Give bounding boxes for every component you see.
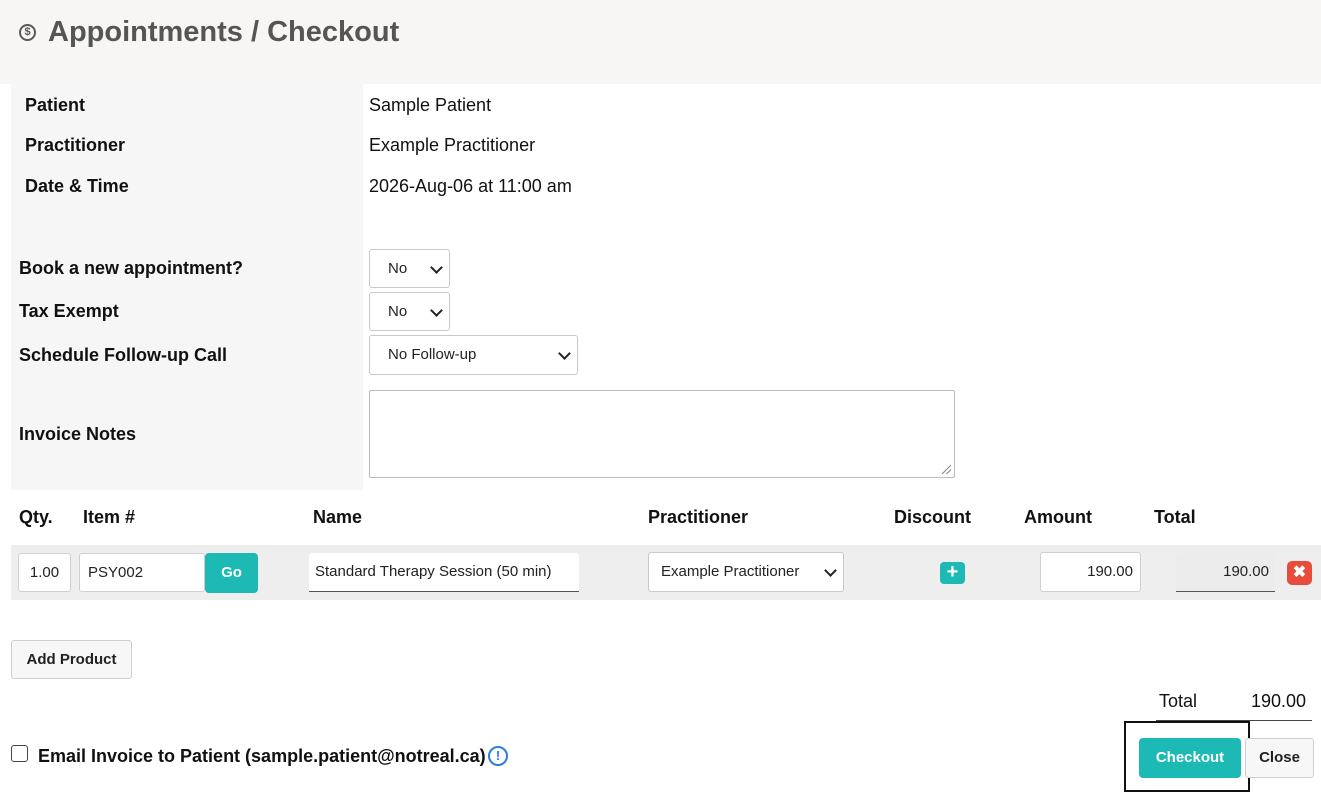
notes-label: Invoice Notes (19, 424, 137, 444)
patient-label: Patient (25, 95, 86, 115)
add-product-button[interactable]: Add Product (11, 640, 132, 679)
tax-exempt-label: Tax Exempt (19, 301, 119, 321)
datetime-label: Date & Time (25, 176, 129, 196)
close-button[interactable]: Close (1245, 738, 1314, 778)
info-icon[interactable]: ! (488, 746, 508, 766)
col-practitioner: Practitioner (648, 507, 749, 527)
qty-input[interactable]: 1.00 (18, 553, 71, 592)
row-practitioner-value: Example Practitioner (661, 563, 800, 580)
book-new-select[interactable]: No (369, 249, 450, 288)
page-title: Appointments / Checkout (48, 16, 400, 48)
dollar-circle-icon: $ (19, 24, 36, 41)
resize-grip-icon[interactable] (942, 465, 951, 474)
book-new-value: No (388, 260, 408, 277)
email-invoice-label: Email Invoice to Patient (sample.patient… (38, 746, 486, 766)
grand-total-label: Total (1159, 691, 1198, 711)
email-invoice-checkbox[interactable] (11, 745, 28, 762)
chevron-down-icon (430, 304, 443, 317)
col-discount: Discount (894, 507, 972, 527)
chevron-down-icon (558, 347, 571, 360)
item-number-input[interactable]: PSY002 (79, 553, 205, 592)
patient-value: Sample Patient (369, 95, 492, 115)
item-name-input[interactable]: Standard Therapy Session (50 min) (309, 553, 579, 592)
follow-up-label: Schedule Follow-up Call (19, 345, 228, 365)
tax-exempt-select[interactable]: No (369, 292, 450, 331)
col-qty: Qty. (19, 507, 53, 527)
grand-total-value: 190.00 (1251, 691, 1307, 711)
chevron-down-icon (824, 564, 837, 577)
amount-input[interactable]: 190.00 (1040, 552, 1141, 592)
chevron-down-icon (430, 261, 443, 274)
practitioner-value: Example Practitioner (369, 135, 536, 155)
page-header: $ Appointments / Checkout (0, 0, 1321, 84)
add-discount-button[interactable]: + (940, 562, 965, 584)
col-amount: Amount (1024, 507, 1092, 527)
datetime-value: 2026-Aug-06 at 11:00 am (369, 176, 572, 196)
follow-up-value: No Follow-up (388, 346, 477, 363)
checkout-button[interactable]: Checkout (1139, 738, 1241, 778)
go-button[interactable]: Go (205, 553, 258, 593)
row-practitioner-select[interactable]: Example Practitioner (648, 552, 844, 592)
col-total: Total (1154, 507, 1196, 527)
tax-exempt-value: No (388, 303, 408, 320)
book-new-label: Book a new appointment? (19, 258, 244, 278)
practitioner-label: Practitioner (25, 135, 126, 155)
follow-up-select[interactable]: No Follow-up (369, 335, 578, 375)
total-field: 190.00 (1176, 553, 1275, 592)
col-item: Item # (83, 507, 136, 527)
remove-row-button[interactable]: ✖ (1287, 561, 1312, 585)
invoice-notes-textarea[interactable] (369, 390, 955, 478)
col-name: Name (313, 507, 363, 527)
